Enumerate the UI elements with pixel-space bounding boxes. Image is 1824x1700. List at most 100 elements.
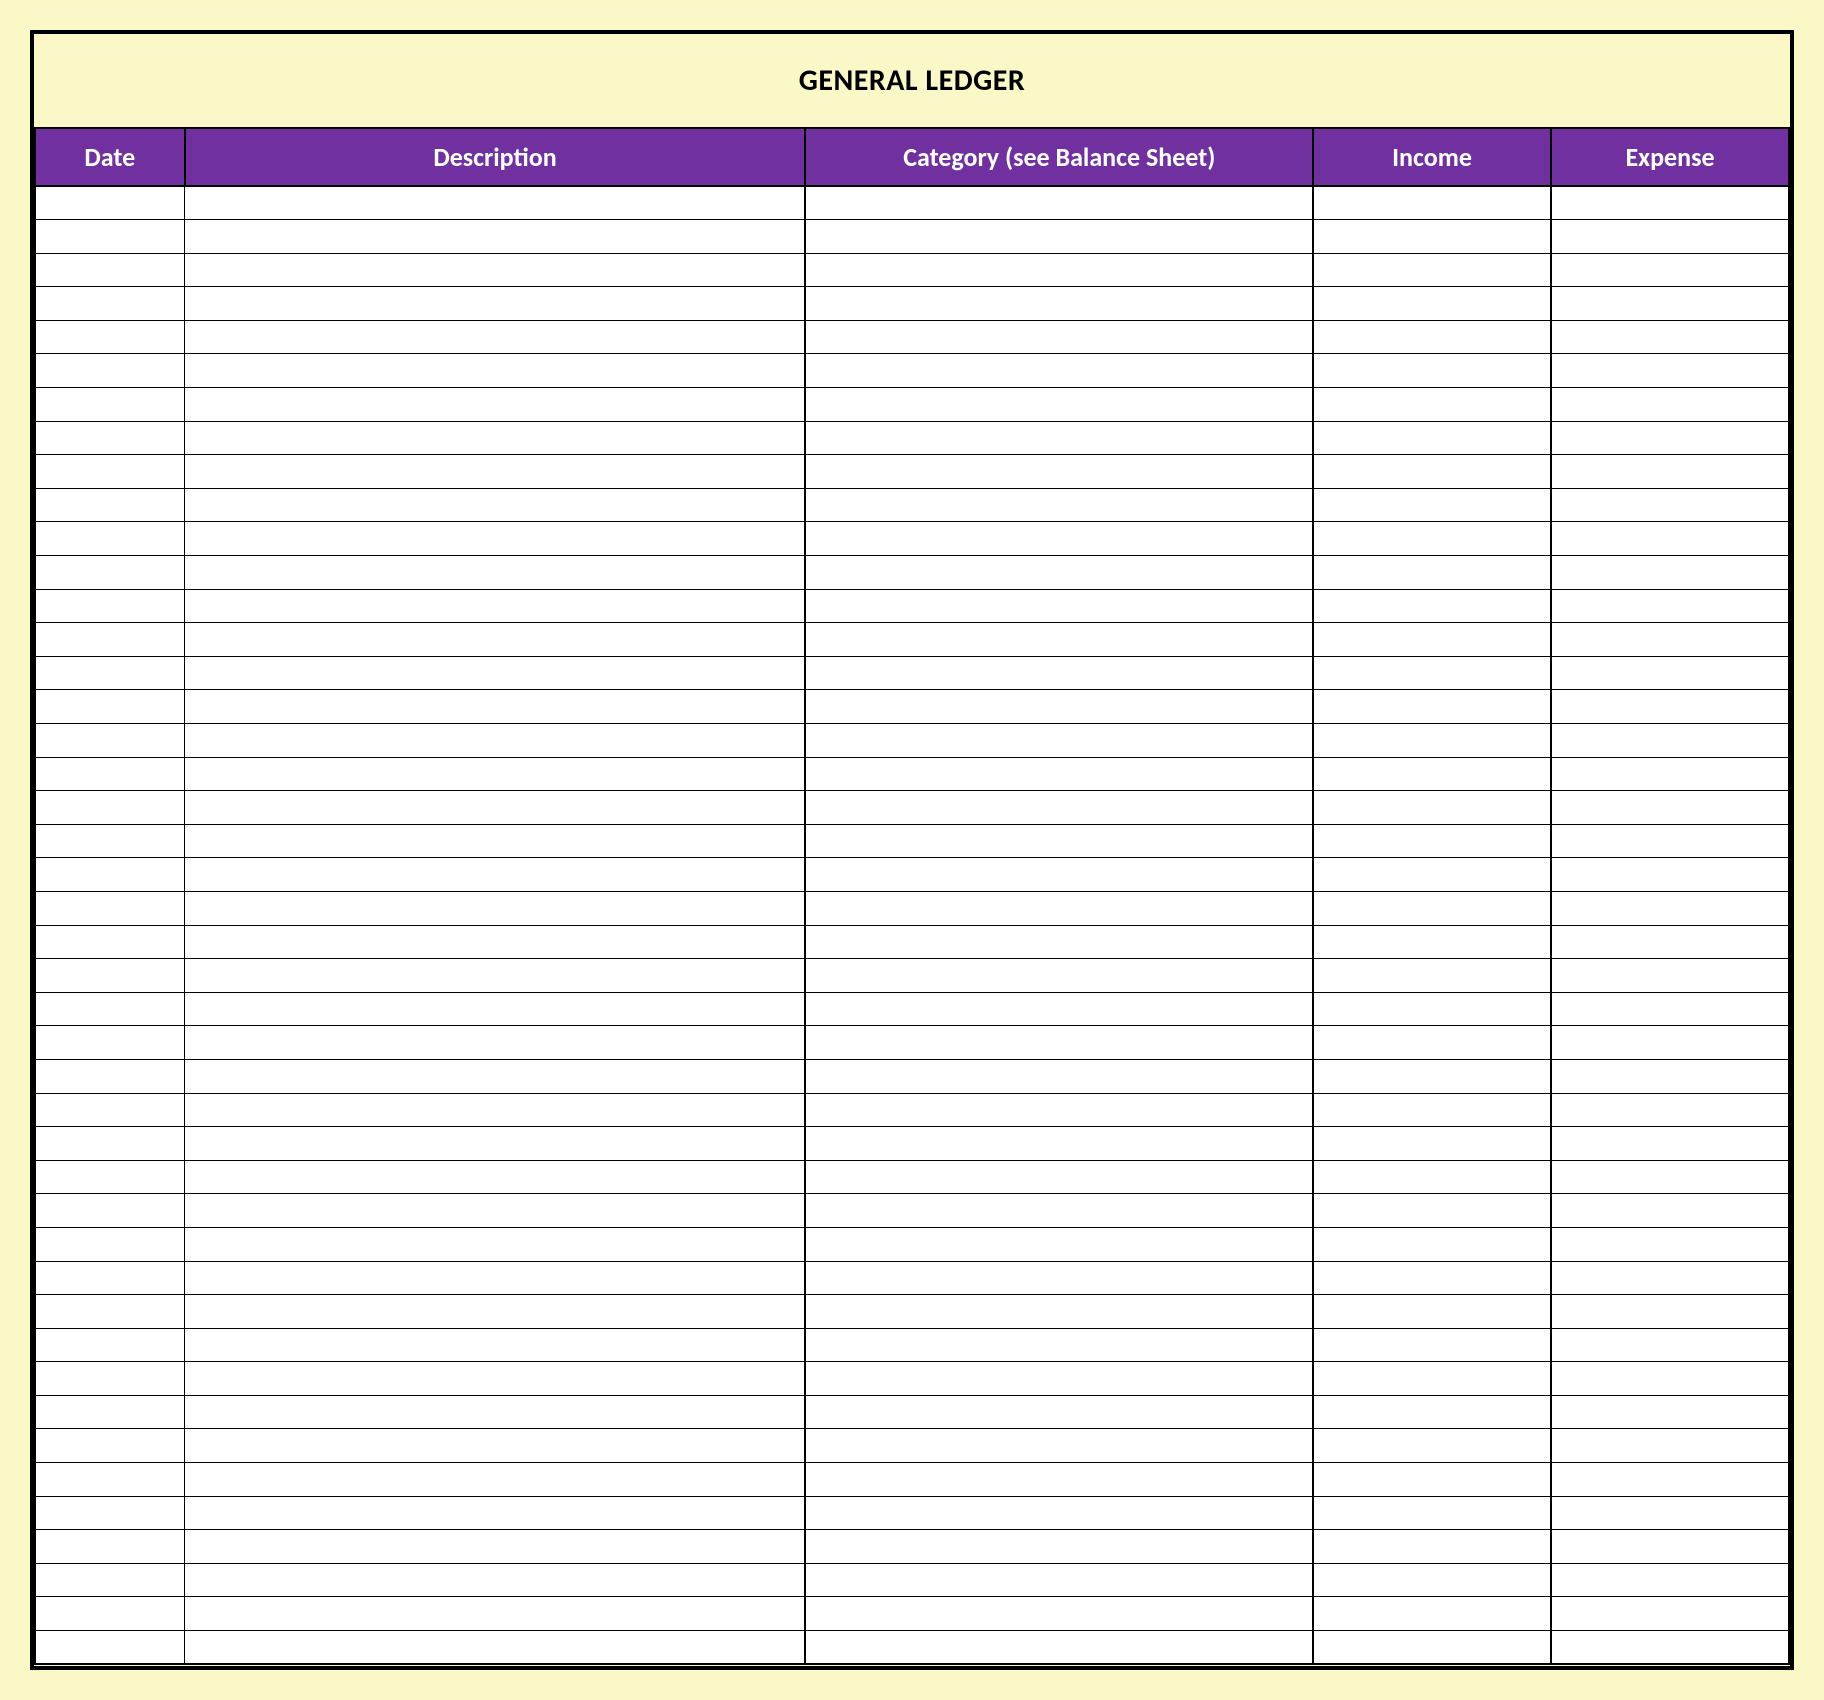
cell-income[interactable] [1313,1463,1551,1497]
cell-category[interactable] [805,690,1313,724]
cell-description[interactable] [185,1563,806,1597]
cell-category[interactable] [805,858,1313,892]
cell-expense[interactable] [1551,1597,1789,1631]
cell-category[interactable] [805,556,1313,590]
cell-income[interactable] [1313,556,1551,590]
cell-expense[interactable] [1551,1093,1789,1127]
cell-description[interactable] [185,556,806,590]
cell-description[interactable] [185,1631,806,1665]
cell-date[interactable] [35,186,185,220]
cell-category[interactable] [805,1160,1313,1194]
cell-expense[interactable] [1551,556,1789,590]
cell-income[interactable] [1313,992,1551,1026]
cell-expense[interactable] [1551,1160,1789,1194]
cell-date[interactable] [35,1463,185,1497]
cell-description[interactable] [185,287,806,321]
cell-date[interactable] [35,858,185,892]
cell-category[interactable] [805,287,1313,321]
cell-date[interactable] [35,1059,185,1093]
cell-expense[interactable] [1551,388,1789,422]
cell-income[interactable] [1313,1160,1551,1194]
cell-date[interactable] [35,1160,185,1194]
cell-income[interactable] [1313,1362,1551,1396]
cell-income[interactable] [1313,959,1551,993]
cell-date[interactable] [35,320,185,354]
cell-date[interactable] [35,1295,185,1329]
cell-expense[interactable] [1551,320,1789,354]
cell-income[interactable] [1313,656,1551,690]
cell-category[interactable] [805,1563,1313,1597]
cell-description[interactable] [185,1496,806,1530]
cell-description[interactable] [185,1127,806,1161]
cell-income[interactable] [1313,287,1551,321]
cell-category[interactable] [805,455,1313,489]
cell-date[interactable] [35,1631,185,1665]
cell-category[interactable] [805,1597,1313,1631]
cell-description[interactable] [185,1160,806,1194]
cell-description[interactable] [185,623,806,657]
cell-date[interactable] [35,791,185,825]
cell-date[interactable] [35,757,185,791]
cell-description[interactable] [185,1295,806,1329]
cell-income[interactable] [1313,1026,1551,1060]
cell-expense[interactable] [1551,1530,1789,1564]
cell-income[interactable] [1313,1496,1551,1530]
cell-date[interactable] [35,589,185,623]
cell-income[interactable] [1313,1093,1551,1127]
cell-income[interactable] [1313,1194,1551,1228]
cell-date[interactable] [35,1530,185,1564]
cell-expense[interactable] [1551,1059,1789,1093]
cell-description[interactable] [185,1194,806,1228]
cell-description[interactable] [185,992,806,1026]
cell-income[interactable] [1313,186,1551,220]
cell-category[interactable] [805,891,1313,925]
cell-category[interactable] [805,724,1313,758]
cell-description[interactable] [185,1227,806,1261]
cell-category[interactable] [805,1362,1313,1396]
cell-income[interactable] [1313,220,1551,254]
cell-income[interactable] [1313,1328,1551,1362]
cell-category[interactable] [805,1429,1313,1463]
cell-category[interactable] [805,1463,1313,1497]
cell-category[interactable] [805,1127,1313,1161]
cell-category[interactable] [805,1227,1313,1261]
cell-date[interactable] [35,556,185,590]
cell-income[interactable] [1313,858,1551,892]
cell-date[interactable] [35,253,185,287]
cell-description[interactable] [185,824,806,858]
cell-category[interactable] [805,1496,1313,1530]
cell-category[interactable] [805,186,1313,220]
cell-description[interactable] [185,724,806,758]
cell-category[interactable] [805,1395,1313,1429]
cell-expense[interactable] [1551,455,1789,489]
cell-expense[interactable] [1551,623,1789,657]
cell-expense[interactable] [1551,925,1789,959]
cell-income[interactable] [1313,421,1551,455]
cell-income[interactable] [1313,589,1551,623]
cell-expense[interactable] [1551,1295,1789,1329]
cell-expense[interactable] [1551,186,1789,220]
cell-date[interactable] [35,354,185,388]
cell-description[interactable] [185,522,806,556]
cell-income[interactable] [1313,724,1551,758]
cell-expense[interactable] [1551,1026,1789,1060]
cell-date[interactable] [35,421,185,455]
cell-description[interactable] [185,388,806,422]
cell-income[interactable] [1313,925,1551,959]
cell-income[interactable] [1313,1261,1551,1295]
cell-expense[interactable] [1551,1429,1789,1463]
cell-date[interactable] [35,1496,185,1530]
cell-expense[interactable] [1551,1362,1789,1396]
cell-description[interactable] [185,1395,806,1429]
cell-expense[interactable] [1551,1496,1789,1530]
cell-date[interactable] [35,1127,185,1161]
cell-description[interactable] [185,757,806,791]
cell-income[interactable] [1313,1429,1551,1463]
cell-expense[interactable] [1551,656,1789,690]
cell-description[interactable] [185,656,806,690]
cell-expense[interactable] [1551,253,1789,287]
cell-description[interactable] [185,791,806,825]
cell-category[interactable] [805,522,1313,556]
cell-description[interactable] [185,1429,806,1463]
cell-date[interactable] [35,1227,185,1261]
